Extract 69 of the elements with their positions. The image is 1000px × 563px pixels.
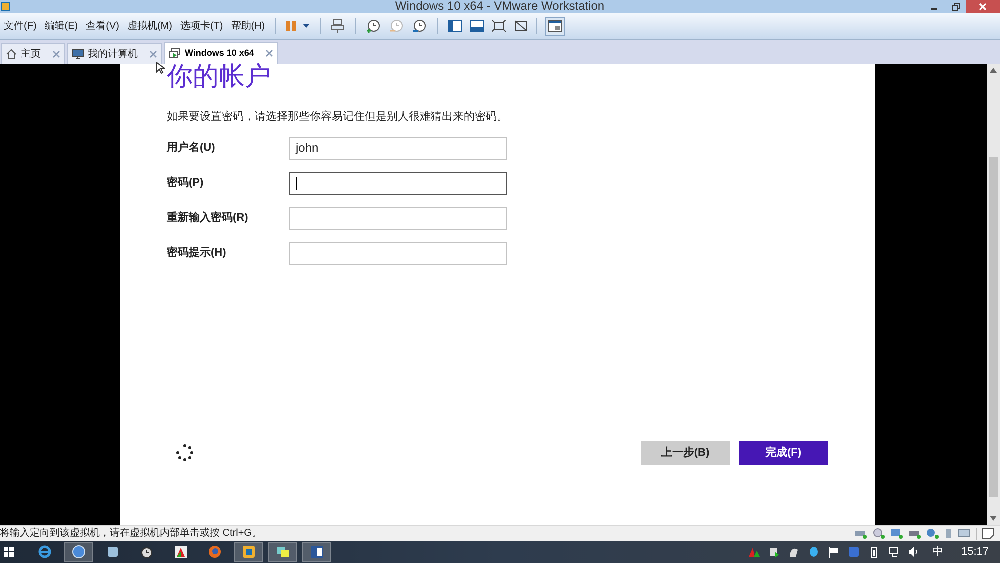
scroll-down-icon[interactable] bbox=[990, 516, 997, 521]
menu-item[interactable]: 帮助(H) bbox=[227, 18, 270, 34]
tab-label: 主页 bbox=[21, 48, 41, 62]
menu-item[interactable]: 编辑(E) bbox=[40, 18, 82, 34]
network-adapter-icon[interactable] bbox=[890, 528, 903, 539]
close-button[interactable] bbox=[966, 0, 1000, 13]
unity-icon[interactable] bbox=[514, 20, 528, 32]
input-method-indicator[interactable]: 中 bbox=[932, 544, 944, 560]
menu-item[interactable]: 选项卡(T) bbox=[176, 18, 228, 34]
home-icon bbox=[6, 48, 17, 60]
snapshot-manager-icon[interactable] bbox=[412, 18, 428, 34]
clock[interactable]: 15:17 bbox=[961, 544, 989, 560]
chat-icon[interactable] bbox=[276, 545, 290, 559]
word-icon[interactable] bbox=[310, 545, 324, 559]
tab[interactable]: 我的计算机 bbox=[67, 43, 162, 64]
snapshot-icon[interactable] bbox=[366, 18, 382, 34]
flag-icon[interactable] bbox=[828, 546, 840, 558]
tray-app-icon[interactable] bbox=[768, 546, 780, 558]
view-toggle-button[interactable] bbox=[545, 16, 566, 36]
browser-icon[interactable] bbox=[38, 545, 52, 559]
loading-spinner-icon bbox=[176, 444, 194, 462]
tab-label: Windows 10 x64 bbox=[185, 46, 254, 60]
field-label: 重新输入密码(R) bbox=[167, 210, 250, 226]
scrollbar[interactable] bbox=[987, 64, 1000, 525]
close-icon bbox=[979, 2, 987, 10]
tray-app-icon[interactable] bbox=[748, 546, 760, 558]
message-icon[interactable] bbox=[982, 528, 994, 539]
vmware-app-icon[interactable] bbox=[242, 545, 256, 559]
volume-icon[interactable] bbox=[908, 546, 920, 558]
restore-button[interactable] bbox=[952, 2, 960, 10]
virtual-machine-icon bbox=[169, 48, 181, 59]
printer-icon[interactable] bbox=[908, 528, 921, 539]
close-icon[interactable] bbox=[266, 50, 274, 57]
menu-item[interactable]: 查看(V) bbox=[82, 18, 124, 34]
monitor-icon bbox=[72, 48, 84, 60]
revert-snapshot-icon bbox=[389, 18, 404, 34]
back-button[interactable]: 上一步(B) bbox=[641, 441, 730, 465]
display-icon[interactable] bbox=[958, 528, 971, 539]
sound-card-icon[interactable] bbox=[926, 528, 939, 539]
status-text: 将输入定向到该虚拟机，请在虚拟机内部单击或按 Ctrl+G。 bbox=[0, 526, 262, 540]
dropdown-caret-icon[interactable] bbox=[303, 24, 310, 28]
app-icon bbox=[1, 2, 10, 11]
field-label: 密码(P) bbox=[167, 176, 205, 191]
input-field[interactable] bbox=[289, 206, 507, 230]
globe-icon[interactable] bbox=[72, 545, 86, 559]
field-label: 用户名(U) bbox=[167, 140, 216, 156]
firefox-icon[interactable] bbox=[208, 545, 222, 559]
window-title: Windows 10 x64 - VMware Workstation bbox=[394, 0, 606, 13]
chart-app-icon[interactable] bbox=[174, 545, 188, 559]
console-view-icon[interactable] bbox=[470, 20, 484, 32]
input-field[interactable] bbox=[289, 242, 507, 264]
page-heading: 你的帐户 bbox=[167, 62, 272, 90]
tray-app-icon[interactable] bbox=[788, 546, 800, 558]
menu-item[interactable]: 虚拟机(M) bbox=[123, 18, 176, 34]
finish-button[interactable]: 完成(F) bbox=[739, 441, 828, 465]
start-button[interactable] bbox=[3, 546, 15, 558]
tab-label: 我的计算机 bbox=[88, 48, 138, 62]
alarm-clock-icon[interactable] bbox=[140, 545, 154, 559]
input-field[interactable]: john bbox=[289, 136, 507, 160]
scroll-up-icon[interactable] bbox=[990, 68, 997, 73]
input-field[interactable] bbox=[289, 172, 507, 194]
menu-item[interactable]: 文件(F) bbox=[0, 18, 41, 34]
tab[interactable]: 主页 bbox=[1, 43, 65, 64]
instruction-text: 如果要设置密码，请选择那些你容易记住但是别人很难猜出来的密码。 bbox=[167, 110, 509, 125]
cd-drive-icon[interactable] bbox=[872, 528, 885, 539]
sidebar-icon[interactable] bbox=[448, 20, 462, 32]
field-label: 密码提示(H) bbox=[167, 246, 228, 261]
fullscreen-icon[interactable] bbox=[492, 20, 506, 32]
tab[interactable]: Windows 10 x64 bbox=[164, 42, 278, 64]
